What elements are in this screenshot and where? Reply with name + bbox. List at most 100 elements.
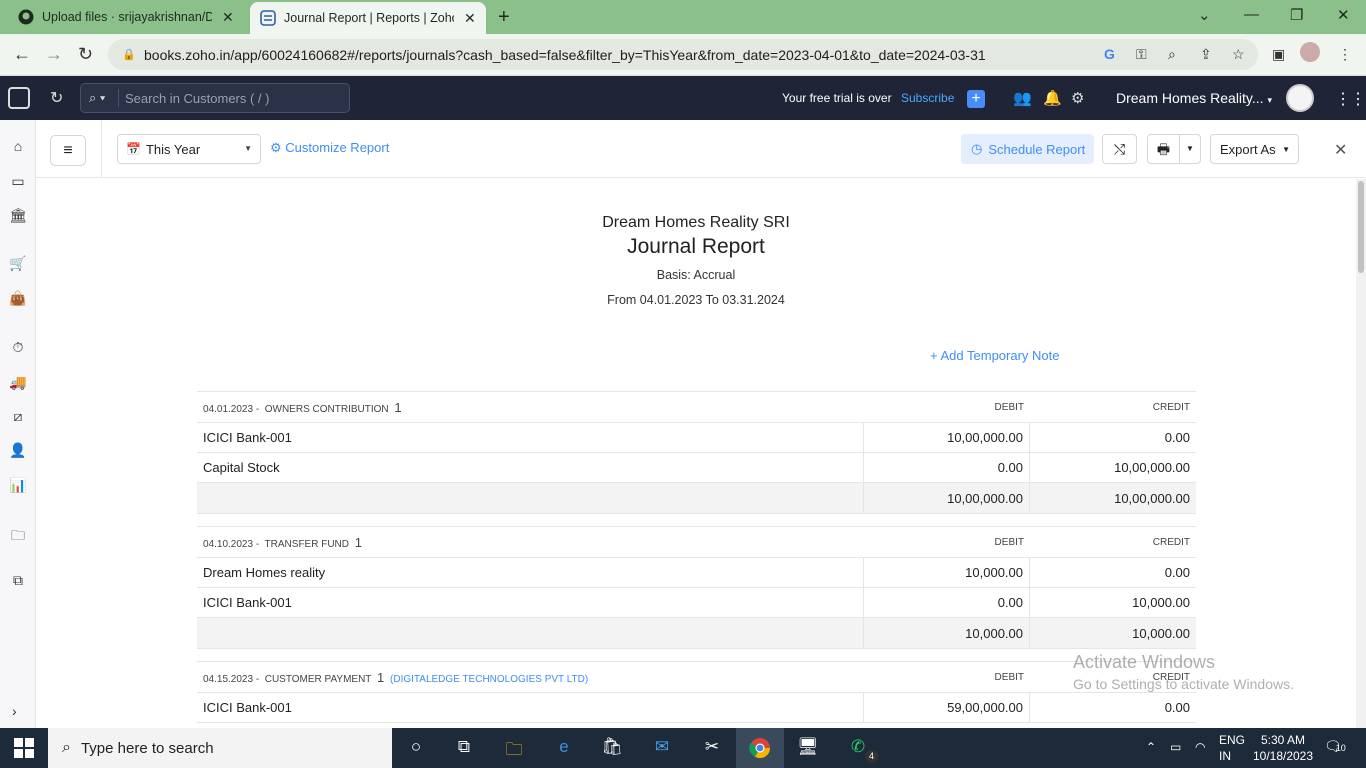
time-tracking-icon[interactable]: ⏱ — [9, 339, 27, 356]
user-avatar[interactable] — [1286, 84, 1314, 112]
documents-folder-icon[interactable]: 🗀 — [9, 525, 27, 549]
browser-menu-icon[interactable]: ⋮ — [1338, 46, 1352, 63]
divider — [101, 120, 102, 178]
back-icon[interactable]: ← — [13, 44, 31, 65]
scrollbar-thumb[interactable] — [1358, 181, 1364, 273]
windows-start-icon[interactable] — [14, 738, 34, 758]
reload-icon[interactable]: ↻ — [78, 44, 93, 65]
share-button[interactable]: ⤭ — [1102, 134, 1137, 164]
notif-count: 10 — [1335, 743, 1346, 753]
journal-type[interactable]: CUSTOMER PAYMENT — [265, 674, 372, 685]
account-name[interactable]: Capital Stock — [197, 453, 864, 482]
tab-close-icon[interactable]: ✕ — [464, 10, 476, 27]
period-select[interactable]: 📅 This Year ▼ — [117, 134, 261, 164]
forward-icon[interactable]: → — [45, 44, 63, 65]
battery-icon[interactable]: ▭ — [1170, 740, 1181, 754]
notification-center-icon[interactable]: 🗨10 — [1324, 738, 1346, 755]
restore-icon[interactable]: ❐ — [1290, 6, 1303, 24]
gst-filing-icon[interactable]: ⧄ — [9, 408, 27, 425]
recent-activity-icon[interactable]: ↻ — [50, 88, 63, 108]
home-icon[interactable]: ⌂ — [9, 138, 27, 154]
banking-icon[interactable]: 🏛 — [9, 207, 27, 224]
side-panel-icon[interactable]: ▣ — [1272, 46, 1285, 63]
journal-type[interactable]: TRANSFER FUND — [265, 539, 349, 550]
cortana-circle-icon[interactable]: ○ — [403, 737, 429, 757]
search-input[interactable] — [119, 90, 339, 106]
zoho-books-logo-icon[interactable] — [8, 87, 30, 109]
new-tab-button[interactable]: + — [498, 6, 510, 29]
journal-number: 1 — [354, 534, 363, 550]
account-name[interactable]: ICICI Bank-001 — [197, 588, 864, 617]
subscribe-link[interactable]: Subscribe — [901, 91, 954, 105]
taskbar-search[interactable]: ⌕ Type here to search — [48, 728, 392, 768]
window-close-icon[interactable]: ✕ — [1337, 6, 1350, 24]
edge-browser-icon[interactable]: e — [551, 737, 577, 757]
debit-value: 0.00 — [864, 588, 1030, 617]
chevron-down-icon: ▾ — [1267, 95, 1272, 105]
clock-time: 5:30 AM — [1260, 733, 1306, 747]
journal-type[interactable]: OWNERS CONTRIBUTION — [265, 404, 389, 415]
remote-desktop-icon[interactable]: 🖥 — [795, 737, 821, 757]
minimize-icon[interactable]: — — [1244, 6, 1259, 23]
share-page-icon[interactable]: ⇪ — [1200, 46, 1212, 63]
app-grid-icon[interactable]: ⋮⋮⋮ — [1335, 89, 1366, 109]
eway-bill-truck-icon[interactable]: 🚚 — [9, 374, 27, 391]
print-button[interactable]: 🖶 — [1148, 135, 1180, 163]
zoho-books-icon — [260, 10, 276, 26]
print-options-button[interactable]: ▼ — [1180, 135, 1200, 163]
total-credit: 10,00,000.00 — [1114, 491, 1190, 506]
users-icon[interactable]: 👥 — [1013, 89, 1032, 107]
add-temporary-note-button[interactable]: + Add Temporary Note — [930, 348, 1060, 363]
notifications-bell-icon[interactable]: 🔔 — [1043, 89, 1062, 107]
key-icon[interactable]: ⚿ — [1136, 46, 1147, 63]
expand-sidebar-chevron-icon[interactable]: › — [12, 703, 17, 719]
wifi-icon[interactable]: ◠ — [1195, 740, 1205, 754]
tab-close-icon[interactable]: ✕ — [222, 9, 234, 26]
journal-customer-link[interactable]: (DIGITALEDGE TECHNOLOGIES PVT LTD) — [390, 674, 588, 685]
print-button-group: 🖶 ▼ — [1147, 134, 1201, 164]
whatsapp-icon[interactable]: ✆ 4 — [845, 737, 878, 763]
report-scrollbar[interactable] — [1356, 179, 1366, 728]
account-name[interactable]: ICICI Bank-001 — [197, 693, 864, 722]
sales-cart-icon[interactable]: 🛒 — [9, 255, 27, 272]
purchases-bag-icon[interactable]: 👜 — [9, 290, 27, 307]
chrome-icon[interactable] — [747, 737, 773, 764]
address-bar[interactable]: 🔒 books.zoho.in/app/60024160682#/reports… — [108, 39, 1258, 70]
config-icon[interactable]: ⧉ — [9, 572, 27, 589]
tab-search-icon[interactable]: ⌄ — [1198, 6, 1211, 24]
account-name[interactable]: Dream Homes reality — [197, 558, 864, 587]
google-icon[interactable]: G — [1104, 46, 1115, 62]
schedule-report-button[interactable]: ◷ Schedule Report — [961, 134, 1094, 164]
export-as-button[interactable]: Export As ▼ — [1210, 134, 1299, 164]
browser-tab-github[interactable]: Upload files · srijayakrishnan/DR ✕ — [8, 0, 250, 34]
search-icon[interactable]: ⌕ ▾ — [81, 89, 119, 107]
debit-value: 59,00,000.00 — [864, 693, 1030, 722]
browser-tab-zoho[interactable]: Journal Report | Reports | Zoho B ✕ — [250, 2, 486, 34]
input-language[interactable]: ENG IN — [1219, 732, 1245, 764]
taskbar-search-placeholder: Type here to search — [80, 739, 214, 757]
menu-hamburger-button[interactable]: ≡ — [50, 135, 86, 166]
quick-create-button[interactable]: + — [967, 90, 985, 108]
org-switcher[interactable]: Dream Homes Reality... ▾ — [1116, 90, 1272, 106]
store-icon[interactable]: 🛍 — [599, 737, 625, 757]
close-report-icon[interactable]: ✕ — [1334, 140, 1347, 160]
journal-total-row: 10,000.00 10,000.00 — [197, 618, 1196, 649]
debit-header: DEBIT — [994, 536, 1024, 548]
system-clock[interactable]: 5:30 AM 10/18/2023 — [1250, 732, 1316, 764]
settings-gear-icon[interactable]: ⚙ — [1071, 89, 1084, 107]
accountant-icon[interactable]: 👤 — [9, 442, 27, 459]
profile-avatar-icon[interactable] — [1300, 42, 1320, 62]
zoom-icon[interactable]: ⌕ — [1168, 46, 1176, 63]
task-view-icon[interactable]: ⧉ — [451, 737, 477, 757]
items-icon[interactable]: ▭ — [9, 173, 27, 190]
mail-icon[interactable]: ✉ — [649, 737, 675, 757]
bookmark-star-icon[interactable]: ☆ — [1232, 46, 1245, 63]
total-credit: 10,000.00 — [1132, 626, 1190, 641]
file-explorer-icon[interactable]: 🗀 — [501, 737, 527, 766]
customize-report-button[interactable]: ⚙ Customize Report — [270, 140, 389, 156]
reports-icon[interactable]: 📊 — [9, 477, 27, 494]
show-hidden-icons-chevron-icon[interactable]: ⌃ — [1146, 740, 1156, 754]
account-name[interactable]: ICICI Bank-001 — [197, 423, 864, 452]
snipping-tool-icon[interactable]: ✂ — [699, 737, 725, 757]
add-note-label: Add Temporary Note — [940, 348, 1060, 363]
